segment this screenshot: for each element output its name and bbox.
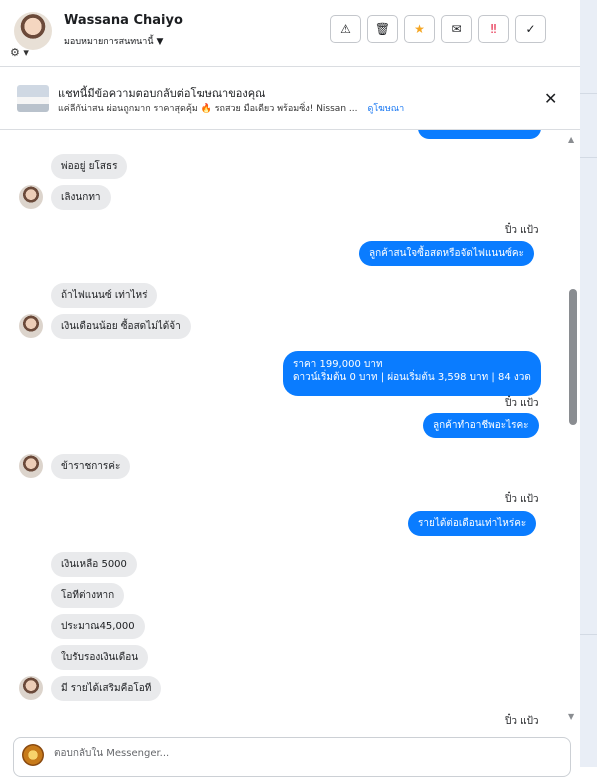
message-bubble-incoming: เงินเหลือ 5000 <box>51 552 137 577</box>
message-bubble-incoming: มี รายได้เสริมคือโอที <box>51 676 162 701</box>
chat-header: ⚙ ▾ Wassana Chaiyo มอบหมายการสนทนานี้ ▼ ⚠… <box>0 0 580 67</box>
exclamation-icon: ‼ <box>490 22 497 36</box>
ad-banner-title: แชทนี้มีข้อความตอบกลับต่อโฆษณาของคุณ <box>58 87 266 100</box>
message-bubble-incoming: ประมาณ45,000 <box>51 614 145 639</box>
delete-button[interactable]: 🗑 <box>367 15 398 43</box>
star-icon: ★ <box>414 22 425 36</box>
assign-label: มอบหมายการสนทนานี้ <box>64 37 154 47</box>
ad-banner-subtitle: แค่ลีกัน่าสน ผ่อนถูกมาก ราคาสุดคุ้ม 🔥 รถ… <box>58 101 404 115</box>
scroll-up-icon[interactable]: ▲ <box>568 135 574 144</box>
price-line: ราคา 199,000 บาท <box>293 359 383 370</box>
message-bubble-outgoing: ลูกค้าสนใจซื้อสดหรือจัดไฟแนนซ์คะ <box>359 241 534 266</box>
message-bubble-outgoing: ราคา 199,000 บาท ดาวน์เริ่มต้น 0 บาท | ผ… <box>283 351 541 396</box>
message-bubble-incoming: โอทีต่างหาก <box>51 583 125 608</box>
sender-name: ปิ๋ว แป้ว <box>505 494 539 505</box>
assign-conversation-dropdown[interactable]: มอบหมายการสนทนานี้ ▼ <box>64 34 163 48</box>
reply-input[interactable] <box>52 747 556 760</box>
scrollbar-thumb[interactable] <box>569 289 577 425</box>
page-avatar-icon <box>22 744 44 766</box>
scroll-down-icon[interactable]: ▼ <box>568 712 574 721</box>
message-bubble-outgoing: ลูกค้าทำอาชีพอะไรคะ <box>423 413 539 438</box>
mark-unread-button[interactable]: ✉ <box>441 15 472 43</box>
thread-scrollbar[interactable]: ▲ ▼ <box>566 131 580 731</box>
contact-avatar-small <box>19 676 43 700</box>
chevron-down-icon: ▼ <box>156 37 164 47</box>
close-icon[interactable]: ✕ <box>544 89 557 108</box>
side-panel-edge <box>580 0 597 767</box>
message-bubble-outgoing <box>418 130 541 139</box>
action-toolbar: ⚠ 🗑 ★ ✉ ‼ ✓ <box>330 15 546 43</box>
message-bubble-incoming: พ่ออยู่ ยโสธร <box>51 154 128 179</box>
filter-icon[interactable]: ⚙ ▾ <box>10 46 40 62</box>
view-ad-link[interactable]: ดูโฆษณา <box>367 104 404 114</box>
sender-name: ปิ๋ว แป้ว <box>505 716 539 727</box>
message-bubble-incoming: เงินเดือนน้อย ซื้อสดไม่ได้จ้า <box>51 314 191 339</box>
installment-line: ดาวน์เริ่มต้น 0 บาท | ผ่อนเริ่มต้น 3,598… <box>293 372 531 383</box>
follow-up-button[interactable]: ‼ <box>478 15 509 43</box>
message-bubble-outgoing: รายได้ต่อเดือนเท่าไหร่คะ <box>408 511 537 536</box>
message-bubble-incoming: ถ้าไฟแนนซ์ เท่าไหร่ <box>51 283 158 308</box>
contact-avatar[interactable] <box>14 12 52 50</box>
ad-thumbnail <box>17 85 49 112</box>
check-icon: ✓ <box>525 22 536 36</box>
report-spam-button[interactable]: ⚠ <box>330 15 361 43</box>
message-thread: พ่ออยู่ ยโสธร เลิงนกทา ปิ๋ว แป้ว ลูกค้าส… <box>0 130 580 735</box>
message-bubble-incoming: ข้าราชการค่ะ <box>51 454 131 479</box>
contact-name[interactable]: Wassana Chaiyo <box>64 13 183 28</box>
contact-avatar-small <box>19 454 43 478</box>
star-button[interactable]: ★ <box>404 15 435 43</box>
contact-avatar-small <box>19 185 43 209</box>
message-bubble-incoming: ใบรับรองเงินเดือน <box>51 645 149 670</box>
sender-name: ปิ๋ว แป้ว <box>505 398 539 409</box>
message-bubble-incoming: เลิงนกทา <box>51 185 111 210</box>
ad-reply-banner: แชทนี้มีข้อความตอบกลับต่อโฆษณาของคุณ แค่… <box>0 67 580 130</box>
sender-name: ปิ๋ว แป้ว <box>505 225 539 236</box>
contact-avatar-small <box>19 314 43 338</box>
warning-icon: ⚠ <box>340 22 351 36</box>
ad-description: แค่ลีกัน่าสน ผ่อนถูกมาก ราคาสุดคุ้ม 🔥 รถ… <box>58 104 358 114</box>
envelope-icon: ✉ <box>451 22 462 36</box>
reply-composer <box>13 737 571 777</box>
mark-done-button[interactable]: ✓ <box>515 15 546 43</box>
trash-icon: 🗑 <box>374 22 391 36</box>
